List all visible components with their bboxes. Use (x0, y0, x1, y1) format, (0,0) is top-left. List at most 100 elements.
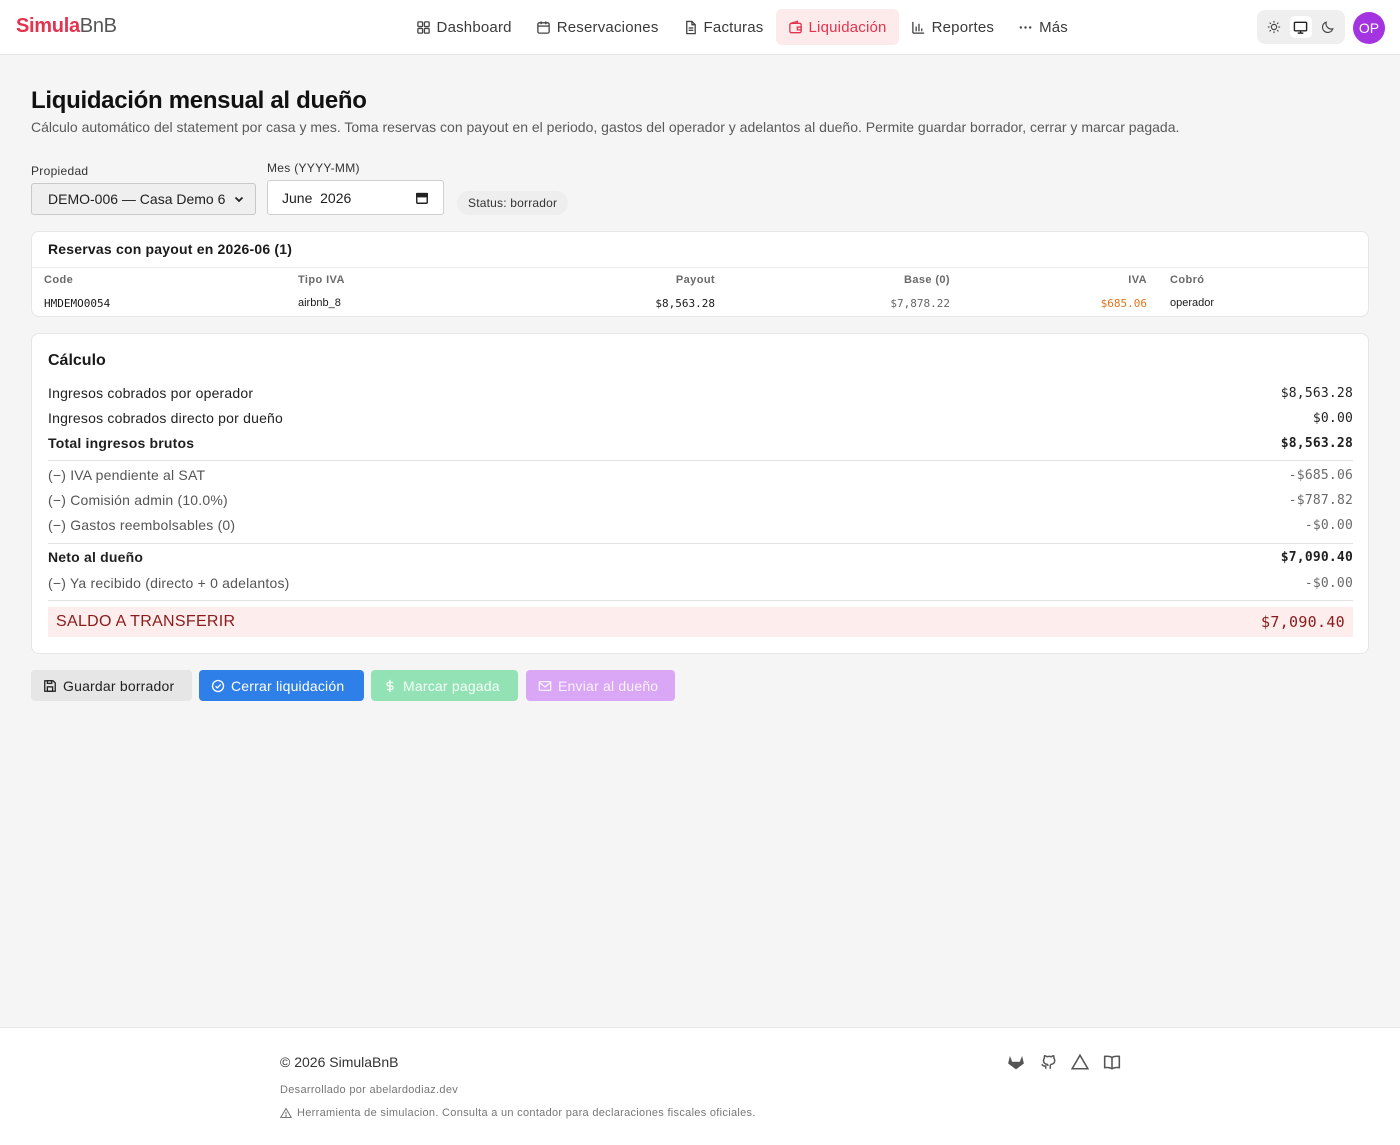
github-link[interactable] (1038, 1052, 1058, 1072)
row-value: $7,090.40 (1280, 549, 1353, 565)
row-label: Neto al dueño (48, 549, 144, 565)
row-value: -$0.00 (1304, 517, 1353, 533)
calendar-picker-icon[interactable] (415, 191, 429, 205)
saldo-value: $7,090.40 (1261, 613, 1345, 631)
row-value: -$0.00 (1304, 575, 1353, 591)
theme-system-button[interactable] (1289, 16, 1312, 38)
nav-item-mas[interactable]: Más (1006, 9, 1080, 45)
monitor-icon (1294, 21, 1308, 34)
nav-item-reservaciones[interactable]: Reservaciones (524, 9, 671, 45)
cell-code: HMDEMO0054 (44, 297, 111, 310)
theme-switch (1257, 10, 1345, 44)
bar-chart-icon (911, 21, 924, 34)
close-settlement-button[interactable]: Cerrar liquidación (199, 670, 364, 701)
row-total-brutos: Total ingresos brutos $8,563.28 (48, 433, 1353, 453)
footer-warning: Herramienta de simulacion. Consulta a un… (280, 1107, 756, 1119)
cell-iva: $685.06 (1100, 297, 1147, 310)
nav-label: Liquidación (808, 18, 887, 36)
theme-light-button[interactable] (1263, 16, 1285, 38)
nav-item-dashboard[interactable]: Dashboard (404, 9, 524, 45)
nav-label: Reservaciones (556, 18, 659, 36)
month-input[interactable]: June 2026 (267, 180, 444, 215)
nav-label: Reportes (931, 18, 995, 36)
book-icon (1103, 1055, 1121, 1070)
theme-dark-button[interactable] (1317, 16, 1339, 38)
footer-warning-text: Herramienta de simulacion. Consulta a un… (297, 1107, 756, 1119)
row-label: (−) Ya recibido (directo + 0 adelantos) (48, 575, 290, 591)
column-header-base: Base (0) (904, 274, 950, 286)
page-description: Cálculo automático del statement por cas… (31, 119, 1180, 135)
row-label: Ingresos cobrados directo por dueño (48, 410, 284, 426)
brand-part1: Simula (16, 15, 80, 37)
triangle-icon (1071, 1053, 1089, 1070)
property-select[interactable]: DEMO-006 — Casa Demo 6 (31, 183, 256, 215)
footer-developer-link[interactable]: Desarrollado por abelardodiaz.dev (280, 1084, 458, 1096)
column-header-iva: IVA (1128, 274, 1147, 286)
nav-item-facturas[interactable]: Facturas (671, 9, 776, 45)
triangle-link[interactable] (1070, 1052, 1090, 1072)
nav-label: Facturas (703, 18, 764, 36)
row-comision: (−) Comisión admin (10.0%) -$787.82 (48, 490, 1353, 510)
save-draft-label: Guardar borrador (63, 677, 175, 694)
row-iva-sat: (−) IVA pendiente al SAT -$685.06 (48, 465, 1353, 485)
row-value: -$685.06 (1288, 467, 1353, 483)
divider (32, 267, 1368, 268)
page-title: Liquidación mensual al dueño (31, 87, 367, 114)
chevron-down-icon (234, 196, 244, 203)
gitlab-link[interactable] (1006, 1052, 1026, 1072)
moon-icon (1321, 21, 1334, 33)
mark-paid-button[interactable]: Marcar pagada (371, 670, 518, 701)
mark-paid-label: Marcar pagada (403, 677, 500, 694)
row-gastos: (−) Gastos reembolsables (0) -$0.00 (48, 515, 1353, 535)
brand-logo[interactable]: SimulaBnB (16, 15, 117, 38)
more-dots-icon (1019, 25, 1032, 29)
wallet-icon (788, 20, 802, 33)
row-neto: Neto al dueño $7,090.40 (48, 547, 1353, 567)
row-value: $0.00 (1312, 410, 1353, 426)
save-draft-button[interactable]: Guardar borrador (31, 670, 192, 701)
nav-item-reportes[interactable]: Reportes (899, 9, 1006, 45)
cell-tipo-iva: airbnb_8 (298, 297, 341, 309)
footer-links (1006, 1052, 1122, 1072)
warning-icon (280, 1107, 292, 1119)
month-label: Mes (YYYY-MM) (267, 161, 360, 175)
month-input-value: June 2026 (282, 189, 352, 206)
gitlab-icon (1008, 1055, 1024, 1070)
column-header-tipo-iva: Tipo IVA (298, 274, 345, 286)
footer: © 2026 SimulaBnB Desarrollado por abelar… (0, 1027, 1400, 1145)
save-icon (44, 679, 56, 692)
divider (48, 460, 1353, 461)
column-header-payout: Payout (675, 274, 715, 286)
send-owner-button[interactable]: Enviar al dueño (526, 670, 675, 701)
column-header-code: Code (44, 274, 74, 286)
nav-item-liquidacion[interactable]: Liquidación (775, 9, 899, 45)
calculation-title: Cálculo (48, 352, 106, 369)
row-ingresos-operador: Ingresos cobrados por operador $8,563.28 (48, 383, 1353, 403)
property-label: Propiedad (31, 164, 89, 178)
column-header-cobro: Cobró (1170, 274, 1205, 286)
row-value: -$787.82 (1288, 492, 1353, 508)
top-bar: SimulaBnB Dashboard Reservaciones Factur… (0, 0, 1400, 55)
row-recibido: (−) Ya recibido (directo + 0 adelantos) … (48, 573, 1353, 593)
docs-link[interactable] (1102, 1052, 1122, 1072)
nav-label: Dashboard (436, 18, 512, 36)
property-select-value: DEMO-006 — Casa Demo 6 (48, 191, 226, 207)
github-icon (1041, 1055, 1056, 1069)
row-ingresos-dueno: Ingresos cobrados directo por dueño $0.0… (48, 408, 1353, 428)
row-label: (−) Gastos reembolsables (0) (48, 517, 236, 533)
status-badge: Status: borrador (457, 191, 569, 215)
reservations-card: Reservas con payout en 2026-06 (1) Code … (31, 231, 1369, 317)
user-avatar[interactable]: OP (1353, 12, 1385, 44)
row-label: (−) IVA pendiente al SAT (48, 467, 206, 483)
nav-label: Más (1039, 18, 1068, 36)
divider (48, 600, 1353, 601)
saldo-label: SALDO A TRANSFERIR (56, 613, 236, 630)
reservations-title: Reservas con payout en 2026-06 (1) (48, 241, 293, 257)
dashboard-icon (416, 20, 430, 34)
close-settlement-label: Cerrar liquidación (231, 677, 345, 694)
main-nav: Dashboard Reservaciones Facturas Liquida… (404, 9, 1080, 45)
check-circle-icon (211, 679, 225, 692)
footer-copyright: © 2026 SimulaBnB (280, 1054, 399, 1070)
cell-base: $7,878.22 (890, 297, 950, 310)
row-value: $8,563.28 (1280, 385, 1353, 401)
